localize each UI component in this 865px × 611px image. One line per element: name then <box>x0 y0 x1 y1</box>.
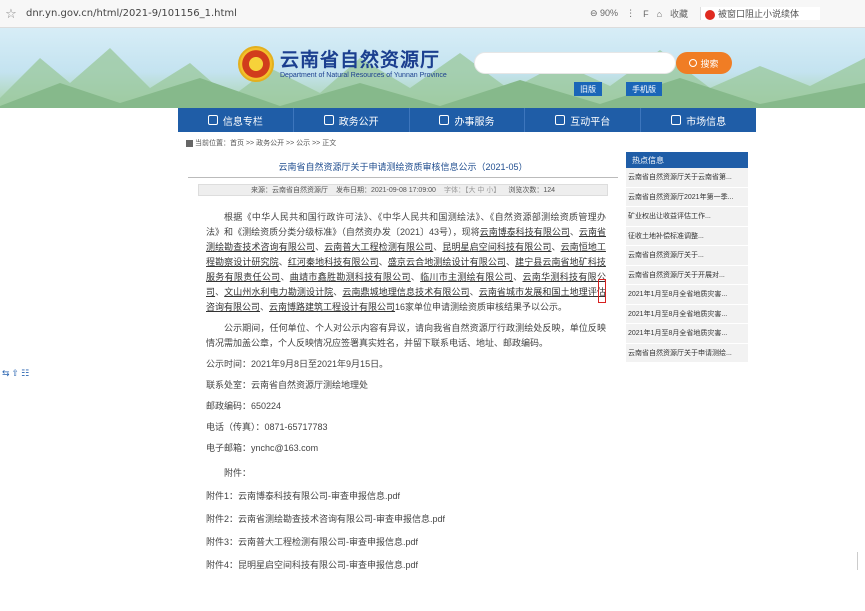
service-icon <box>439 115 450 125</box>
sidebar-item[interactable]: 2021年1月至8月全省地质灾害... <box>626 324 748 344</box>
nav-item-info[interactable]: 信息专栏 <box>178 108 294 132</box>
sidebar-item[interactable]: 2021年1月至8月全省地质灾害... <box>626 285 748 305</box>
grid-icon[interactable]: ☷ <box>21 368 29 378</box>
article-paragraph-2: 公示期间，任何单位、个人对公示内容有异议，请向我省自然资源厅行政测绘处反映，单位… <box>206 323 606 348</box>
highlight-box <box>598 279 606 303</box>
company-link[interactable]: 云南博泰科技有限公司 <box>480 227 570 237</box>
nav-item-label: 信息专栏 <box>222 116 263 128</box>
company-link[interactable]: 盛京云合地测绘设计有限公司 <box>388 257 506 267</box>
article-body: 根据《中华人民共和国行政许可法》、《中华人民共和国测绘法》、《自然资源部测绘资质… <box>206 210 606 573</box>
star-icon[interactable]: ☆ <box>0 6 22 22</box>
old-version-link[interactable]: 旧版 <box>574 82 602 96</box>
nav-item-service[interactable]: 办事服务 <box>410 108 526 132</box>
company-link[interactable]: 临川市主测绘有限公司 <box>420 272 513 282</box>
email: 电子邮箱：ynchc@163.com <box>206 443 319 453</box>
attachment-link[interactable]: 附件1：云南博泰科技有限公司-审查申报信息.pdf <box>206 489 606 504</box>
font-icon[interactable]: F <box>643 9 649 19</box>
sidebar-item[interactable]: 2021年1月至8月全省地质灾害... <box>626 305 748 324</box>
search-icon <box>689 59 698 67</box>
breadcrumb-text[interactable]: 当前位置：首页 >> 政务公开 >> 公示 >> 正文 <box>195 138 336 148</box>
home-icon[interactable]: ⌂ <box>657 9 662 19</box>
search-button[interactable]: 搜索 <box>676 52 732 74</box>
nav-item-market[interactable]: 市场信息 <box>641 108 756 132</box>
attachments-label: 附件： <box>224 468 252 478</box>
company-link[interactable]: 昆明星启空间科技有限公司 <box>442 242 551 252</box>
mobile-version-link[interactable]: 手机版 <box>626 82 662 96</box>
article-title: 云南省自然资源厅关于申请测绘资质审核信息公示（2021-05） <box>188 154 618 178</box>
company-link[interactable]: 曲靖市鑫胜勘测科技有限公司 <box>290 272 411 282</box>
swap-icon[interactable]: ⇆ <box>2 368 10 378</box>
url-field[interactable]: dnr.yn.gov.cn/html/2021-9/101156_1.html <box>26 8 586 19</box>
chat-icon <box>555 115 566 125</box>
browser-toolbar: ☆ dnr.yn.gov.cn/html/2021-9/101156_1.htm… <box>0 0 865 28</box>
hot-news-sidebar: 热点信息 云南省自然资源厅关于云南省第... 云南省自然资源厅2021年第一季.… <box>626 152 748 363</box>
sidebar-heading: 热点信息 <box>626 152 748 168</box>
menu-icon[interactable]: ⋮ <box>626 8 635 19</box>
company-link[interactable]: 云南博路建筑工程设计有限公司 <box>269 302 395 312</box>
article-paragraph-1: 根据《中华人民共和国行政许可法》、《中华人民共和国测绘法》、《自然资源部测绘资质… <box>206 212 606 312</box>
sidebar-item[interactable]: 云南省自然资源厅关于云南省第... <box>626 168 748 188</box>
site-subtitle: Department of Natural Resources of Yunna… <box>280 72 447 79</box>
gov-icon <box>323 115 334 125</box>
nav-item-label: 政务公开 <box>338 116 379 128</box>
article-header: 云南省自然资源厅关于申请测绘资质审核信息公示（2021-05） 来源：云南省自然… <box>188 154 618 196</box>
search-button-label: 搜索 <box>700 58 719 69</box>
sidebar-list: 云南省自然资源厅关于云南省第... 云南省自然资源厅2021年第一季... 矿业… <box>626 168 748 363</box>
attachment-link[interactable]: 附件4：昆明星启空间科技有限公司-审查申报信息.pdf <box>206 558 606 573</box>
company-link[interactable]: 文山州水利电力勘测设计院 <box>224 287 333 297</box>
main-content: 当前位置：首页 >> 政务公开 >> 公示 >> 正文 云南省自然资源厅关于申请… <box>178 132 756 611</box>
sidebar-item[interactable]: 矿业权出让收益评估工作... <box>626 207 748 227</box>
home-icon[interactable] <box>186 139 193 147</box>
nav-item-label: 互动平台 <box>570 116 611 128</box>
sidebar-item[interactable]: 云南省自然资源厅关于... <box>626 246 748 266</box>
phone-fax: 电话（传真）：0871-65717783 <box>206 422 328 432</box>
sidebar-item[interactable]: 云南省自然资源厅2021年第一季... <box>626 188 748 207</box>
font-size-control[interactable]: 字体：【大 中 小】 <box>444 185 500 195</box>
search-input[interactable] <box>474 52 676 74</box>
site-title: 云南省自然资源厅 <box>280 49 441 71</box>
scroll-top-icon[interactable]: ⇧ <box>12 368 20 378</box>
notice-period: 公示时间：2021年9月8日至2021年9月15日。 <box>206 359 389 369</box>
attachment-link[interactable]: 附件2：云南省测绘勘查技术咨询有限公司-审查申报信息.pdf <box>206 512 606 527</box>
chart-icon <box>671 115 682 125</box>
meta-date: 发布日期：2021-09-08 17:09:00 <box>335 187 436 194</box>
sidebar-item[interactable]: 征收土地补偿标准调整... <box>626 227 748 246</box>
info-icon <box>207 115 218 125</box>
contact-office: 联系处室：云南省自然资源厅测绘地理处 <box>206 380 369 390</box>
article-meta: 来源：云南省自然资源厅 发布日期：2021-09-08 17:09:00 字体：… <box>198 184 608 196</box>
zoom-button[interactable]: ⊖ 90% <box>590 8 618 19</box>
nav-item-label: 市场信息 <box>686 116 727 128</box>
company-link[interactable]: 云南普大工程检测有限公司 <box>324 242 433 252</box>
para-outro: 16家单位申请测绘资质审核结果予以公示。 <box>395 302 568 312</box>
nav-item-label: 办事服务 <box>454 116 495 128</box>
company-link[interactable]: 红河秦地科技有限公司 <box>288 257 379 267</box>
national-emblem-icon <box>238 46 274 82</box>
postal-code: 邮政编码：650224 <box>206 401 282 411</box>
attachment-link[interactable]: 附件3：云南普大工程检测有限公司-审查申报信息.pdf <box>206 535 606 550</box>
site-header: 云南省自然资源厅 Department of Natural Resources… <box>0 28 865 108</box>
search-engine-icon <box>705 9 716 20</box>
meta-views: 浏览次数：124 <box>508 187 556 194</box>
nav-item-interaction[interactable]: 互动平台 <box>525 108 642 132</box>
favorites-button[interactable]: 收藏 <box>670 7 688 20</box>
meta-source: 来源：云南省自然资源厅 <box>250 187 328 194</box>
sidebar-item[interactable]: 云南省自然资源厅关于开展对... <box>626 266 748 285</box>
company-link[interactable]: 云南鼎城地理信息技术有限公司 <box>342 287 469 297</box>
breadcrumb: 当前位置：首页 >> 政务公开 >> 公示 >> 正文 <box>186 138 336 148</box>
browser-tools: ⊖ 90% ⋮ F ⌂ 收藏 <box>586 7 692 20</box>
browser-search[interactable]: 被窗口阻止小说续体 <box>700 7 821 20</box>
main-nav: 信息专栏 政务公开 办事服务 互动平台 市场信息 <box>178 108 756 132</box>
sidebar-item[interactable]: 云南省自然资源厅关于申请测绘... <box>626 344 748 363</box>
nav-item-gov[interactable]: 政务公开 <box>294 108 410 132</box>
browser-search-text: 被窗口阻止小说续体 <box>718 9 800 19</box>
scroll-handle[interactable] <box>857 552 863 570</box>
floating-toolbar: ⇆ ⇧ ☷ <box>2 368 31 379</box>
